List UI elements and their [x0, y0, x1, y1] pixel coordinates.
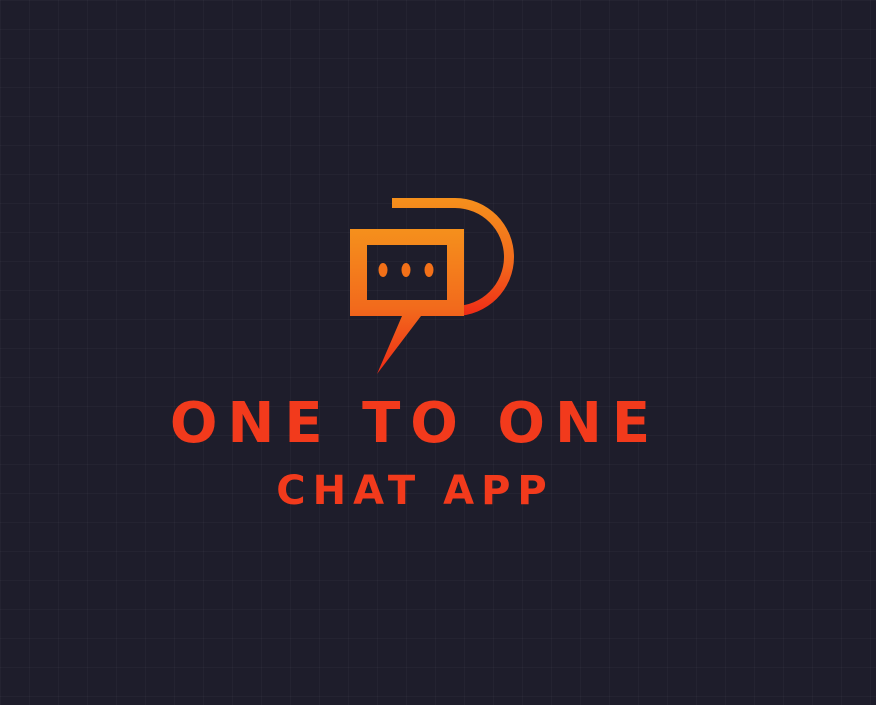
speech-bubble-shape [350, 229, 464, 374]
brand-subtitle: CHAT APP [276, 468, 554, 514]
logo-canvas: { "brand": { "title": "ONE TO ONE", "sub… [0, 0, 876, 705]
typing-dot [378, 263, 388, 277]
typing-dot [424, 263, 434, 277]
typing-dot [401, 263, 411, 277]
chat-bubble-d-icon [350, 198, 514, 374]
brand-title: ONE TO ONE [169, 391, 661, 456]
